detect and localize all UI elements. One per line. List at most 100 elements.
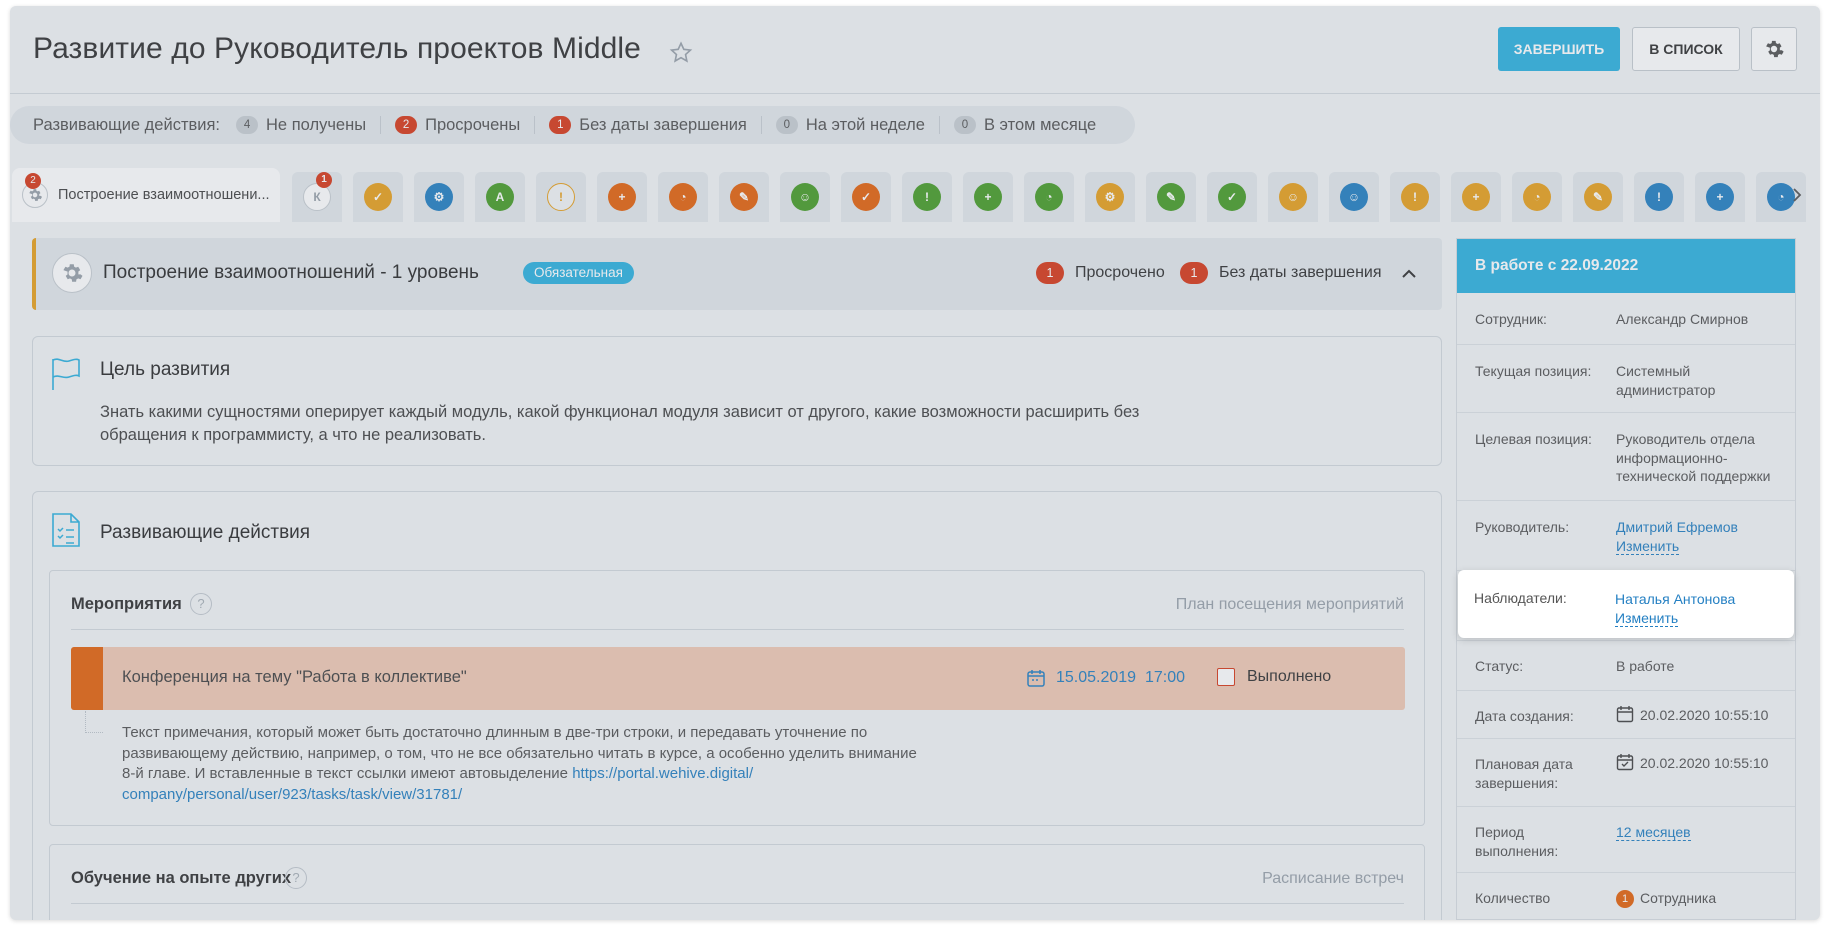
filter-overdue[interactable]: 2 Просрочены bbox=[380, 116, 534, 134]
row-employee: Сотрудник: Александр Смирнов bbox=[1457, 293, 1795, 345]
finish-button[interactable]: ЗАВЕРШИТЬ bbox=[1498, 27, 1620, 71]
tab-competency[interactable]: ☺ bbox=[780, 172, 830, 222]
change-observers-link[interactable]: Изменить bbox=[1615, 609, 1679, 627]
actions-title: Развивающие действия bbox=[100, 522, 311, 543]
event-note: Текст примечания, который может быть дос… bbox=[122, 724, 917, 803]
event-date[interactable]: 15.05.2019 17:00 bbox=[1026, 668, 1185, 688]
clock-shield-icon: ◔ bbox=[669, 183, 697, 211]
star-icon[interactable] bbox=[668, 40, 694, 66]
divider bbox=[71, 903, 1404, 904]
settings-button[interactable] bbox=[1751, 27, 1797, 71]
filter-this-week[interactable]: 0 На этой неделе bbox=[760, 116, 939, 134]
tab-competency[interactable]: + bbox=[963, 172, 1013, 222]
tab-competency[interactable]: A bbox=[475, 172, 525, 222]
tab-k[interactable]: К1 bbox=[292, 172, 342, 222]
tab-competency[interactable]: ⚙ bbox=[1085, 172, 1135, 222]
competency-header[interactable]: Построение взаимоотношений - 1 уровень О… bbox=[32, 238, 1442, 310]
plus-box-icon: + bbox=[608, 183, 636, 211]
period-link[interactable]: 12 месяцев bbox=[1616, 824, 1691, 841]
filter-not-received[interactable]: 4 Не получены bbox=[236, 116, 380, 134]
clock-shield-icon: ◔ bbox=[1523, 183, 1551, 211]
row-current-position: Текущая позиция: Системный администратор bbox=[1457, 345, 1795, 413]
tab-competency[interactable]: ✎ bbox=[1573, 172, 1623, 222]
filter-label: В этом месяце bbox=[983, 115, 1097, 134]
plus-box-icon: + bbox=[1706, 183, 1734, 211]
tab-competency[interactable]: + bbox=[597, 172, 647, 222]
change-manager-link[interactable]: Изменить bbox=[1616, 537, 1680, 555]
row-observers: Наблюдатели: Наталья Антонова Изменить bbox=[1458, 570, 1794, 638]
tab-relationship-building[interactable]: 2 Построение взаимоотношени... bbox=[12, 168, 280, 222]
learning-section: Обучение на опыте других ? Расписание вс… bbox=[49, 844, 1425, 920]
event-status-bar bbox=[71, 647, 103, 710]
letter-k-icon: К1 bbox=[303, 172, 332, 211]
checkbox[interactable] bbox=[1217, 668, 1235, 686]
row-status: Статус: В работе bbox=[1457, 641, 1795, 691]
meetings-schedule-link[interactable]: Расписание встреч bbox=[1262, 870, 1404, 888]
tab-competency[interactable]: + bbox=[1451, 172, 1501, 222]
filter-this-month[interactable]: 0 В этом месяце bbox=[938, 115, 1110, 134]
to-list-button[interactable]: В СПИСОК bbox=[1632, 27, 1740, 71]
events-section: Мероприятия ? План посещения мероприятий… bbox=[49, 570, 1425, 826]
required-tag: Обязательная bbox=[523, 262, 634, 284]
app-window: Развитие до Руководитель проектов Middle… bbox=[10, 6, 1820, 920]
status-link[interactable]: В работе bbox=[1616, 657, 1791, 676]
chevron-right-icon bbox=[1793, 188, 1802, 202]
filter-no-end-date[interactable]: 1 Без даты завершения bbox=[534, 116, 761, 134]
pencil-icon: ✎ bbox=[1157, 183, 1185, 211]
chevron-up-icon[interactable] bbox=[1400, 265, 1418, 283]
observers-label: Наблюдатели: bbox=[1474, 590, 1567, 606]
help-icon[interactable]: ? bbox=[190, 593, 212, 615]
filter-label: Без даты завершения bbox=[579, 115, 747, 134]
tab-competency[interactable]: ! bbox=[902, 172, 952, 222]
tabs-next-button[interactable] bbox=[1784, 182, 1810, 208]
calendar-check-icon bbox=[1616, 754, 1634, 771]
tab-competency[interactable]: ✓ bbox=[841, 172, 891, 222]
done-checkbox[interactable]: Выполнено bbox=[1217, 668, 1331, 686]
medal-icon: ! bbox=[1401, 183, 1429, 211]
tab-competency[interactable]: ! bbox=[1634, 172, 1684, 222]
row-period: Период выполнения: 12 месяцев bbox=[1457, 807, 1795, 873]
note-connector bbox=[85, 711, 103, 733]
user-circle-icon: ☺ bbox=[1279, 183, 1307, 211]
event-item[interactable]: Конференция на тему "Работа в коллективе… bbox=[71, 647, 1405, 710]
row-target-position: Целевая позиция: Руководитель отдела инф… bbox=[1457, 413, 1795, 501]
tab-competency[interactable]: + bbox=[1695, 172, 1745, 222]
tab-competency[interactable]: ! bbox=[1390, 172, 1440, 222]
gear-icon: 2 bbox=[22, 173, 48, 208]
tab-competency[interactable]: ☺ bbox=[1268, 172, 1318, 222]
tab-competency[interactable]: ◔ bbox=[1024, 172, 1074, 222]
manager-link[interactable]: Дмитрий Ефремов bbox=[1616, 518, 1791, 537]
tab-competency[interactable]: ✎ bbox=[1146, 172, 1196, 222]
gear-icon: ⚙ bbox=[425, 183, 453, 211]
goal-text: Знать какими сущностями оперирует каждый… bbox=[100, 403, 1140, 444]
shield-check-icon: ✓ bbox=[1218, 183, 1246, 211]
events-plan-link[interactable]: План посещения мероприятий bbox=[1176, 596, 1404, 614]
competency-title: Построение взаимоотношений - 1 уровень bbox=[103, 262, 479, 283]
goal-title: Цель развития bbox=[100, 359, 231, 380]
row-created: Дата создания: 20.02.2020 10:55:10 bbox=[1457, 691, 1795, 739]
row-quantity: Количество 1 Сотрудника bbox=[1475, 890, 1717, 908]
tab-competency[interactable]: ◔ bbox=[1512, 172, 1562, 222]
help-icon[interactable]: ? bbox=[285, 867, 307, 889]
row-planned-end: Плановая дата завершения: 20.02.2020 10:… bbox=[1457, 739, 1795, 807]
user-circle-icon: ☺ bbox=[1340, 183, 1368, 211]
tab-badge: 2 bbox=[25, 173, 41, 189]
clock-shield-icon: ◔ bbox=[1035, 183, 1063, 211]
employee-link[interactable]: Александр Смирнов bbox=[1616, 310, 1791, 329]
learning-title: Обучение на опыте других bbox=[71, 869, 292, 887]
tab-label: Построение взаимоотношени... bbox=[58, 187, 270, 203]
tab-competency[interactable]: ◔ bbox=[658, 172, 708, 222]
observer-link[interactable]: Наталья Антонова bbox=[1615, 590, 1735, 609]
tab-competency[interactable]: ⚙ bbox=[414, 172, 464, 222]
tab-competency[interactable]: ☺ bbox=[1329, 172, 1379, 222]
tab-competency[interactable]: ✓ bbox=[1207, 172, 1257, 222]
done-label: Выполнено bbox=[1247, 668, 1332, 685]
competency-tabs: 2 Построение взаимоотношени... К1 ✓ ⚙ A! + ◔… bbox=[10, 168, 1820, 222]
events-title: Мероприятия bbox=[71, 595, 182, 613]
shield-check-icon: ✓ bbox=[852, 183, 880, 211]
tab-competency[interactable]: ✎ bbox=[719, 172, 769, 222]
gear-icon bbox=[1766, 40, 1784, 58]
tab-competency[interactable]: ✓ bbox=[353, 172, 403, 222]
tab-competency[interactable]: ! bbox=[536, 172, 586, 222]
event-time-value: 17:00 bbox=[1144, 669, 1186, 686]
